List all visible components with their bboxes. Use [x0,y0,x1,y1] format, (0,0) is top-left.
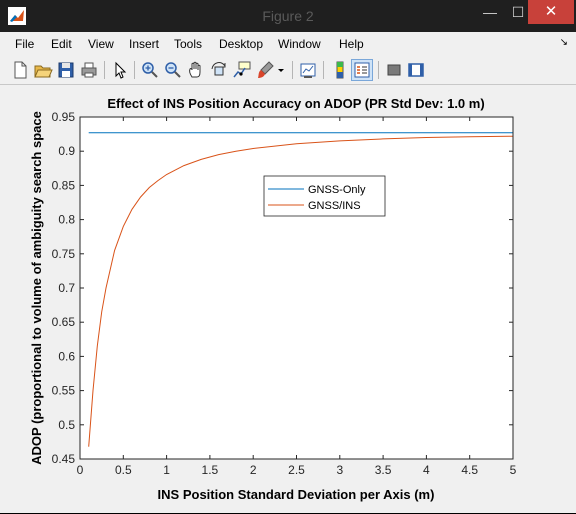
x-tick-label: 4.5 [461,463,478,477]
y-tick-label: 0.6 [58,349,75,363]
axes-background [80,117,513,459]
x-tick-label: 0 [77,463,84,477]
toolbar-separator [378,61,379,79]
x-tick-label: 3 [336,463,343,477]
chart-title: Effect of INS Position Accuracy on ADOP … [107,96,484,111]
save-icon[interactable] [56,60,76,80]
plot-area[interactable]: 0 0.5 1 1.5 2 2.5 3 3.5 4 4.5 5 0.45 0.5 0.55 0.6 0.65… [4,86,572,509]
menu-help[interactable]: Help [339,37,364,51]
x-tick-label: 0.5 [115,463,132,477]
link-plot-icon[interactable] [298,60,318,80]
title-bar: Figure 2 — ☐ ✕ [0,0,576,32]
zoom-in-icon[interactable] [140,60,160,80]
legend-icon[interactable] [351,59,373,81]
menu-desktop[interactable]: Desktop [219,37,263,51]
rotate-3d-icon[interactable] [209,60,229,80]
x-tick-label: 2 [250,463,257,477]
hide-plot-tools-icon[interactable] [384,60,404,80]
zoom-out-icon[interactable] [163,60,183,80]
x-tick-label: 3.5 [375,463,392,477]
toolbar-separator [323,61,324,79]
figure-toolbar [0,56,576,85]
y-tick-label: 0.8 [58,213,75,227]
y-tick-label: 0.55 [52,384,76,398]
pan-icon[interactable] [186,60,206,80]
y-tick-label: 0.65 [52,315,76,329]
pointer-icon[interactable] [110,60,130,80]
menu-view[interactable]: View [88,37,114,51]
x-tick-labels: 0 0.5 1 1.5 2 2.5 3 3.5 4 4.5 5 [77,463,517,477]
brush-icon[interactable] [255,60,275,80]
menu-window[interactable]: Window [278,37,321,51]
menu-edit[interactable]: Edit [51,37,72,51]
brush-dropdown-icon[interactable] [276,60,286,80]
y-tick-label: 0.5 [58,418,75,432]
x-tick-label: 4 [423,463,430,477]
menu-tools[interactable]: Tools [174,37,202,51]
y-tick-label: 0.45 [52,452,76,466]
data-cursor-icon[interactable] [232,60,252,80]
y-tick-label: 0.7 [58,281,75,295]
y-tick-labels: 0.45 0.5 0.55 0.6 0.65 0.7 0.75 0.8 0.85 0.9 0.95 [52,110,76,466]
menu-file[interactable]: File [15,37,34,51]
y-tick-label: 0.75 [52,247,76,261]
figure-canvas: 0 0.5 1 1.5 2 2.5 3 3.5 4 4.5 5 0.45 0.5 0.55 0.6 0.65… [4,86,572,509]
toolbar-separator [104,61,105,79]
x-tick-label: 2.5 [288,463,305,477]
x-axis-label: INS Position Standard Deviation per Axis… [158,487,435,502]
legend-label-gnss-only: GNSS-Only [308,184,366,196]
new-figure-icon[interactable] [10,60,30,80]
y-tick-label: 0.95 [52,110,76,124]
figure-window: Figure 2 — ☐ ✕ File Edit View Insert Too… [0,0,576,513]
dock-figure-icon[interactable]: ↘ [560,37,568,48]
menu-bar: File Edit View Insert Tools Desktop Wind… [0,32,576,54]
x-tick-label: 5 [510,463,517,477]
show-plot-tools-icon[interactable] [406,60,426,80]
x-tick-label: 1.5 [202,463,219,477]
colorbar-icon[interactable] [330,60,350,80]
toolbar-separator [292,61,293,79]
y-tick-label: 0.85 [52,178,76,192]
y-tick-label: 0.9 [58,144,75,158]
legend[interactable]: GNSS-Only GNSS/INS [263,175,386,217]
open-file-icon[interactable] [33,60,53,80]
x-tick-label: 1 [163,463,170,477]
close-button[interactable]: ✕ [528,0,574,24]
print-icon[interactable] [79,60,99,80]
toolbar-separator [134,61,135,79]
menu-insert[interactable]: Insert [129,37,159,51]
y-axis-label: ADOP (proportional to volume of ambiguit… [29,111,44,465]
legend-label-gnss-ins: GNSS/INS [308,200,361,212]
